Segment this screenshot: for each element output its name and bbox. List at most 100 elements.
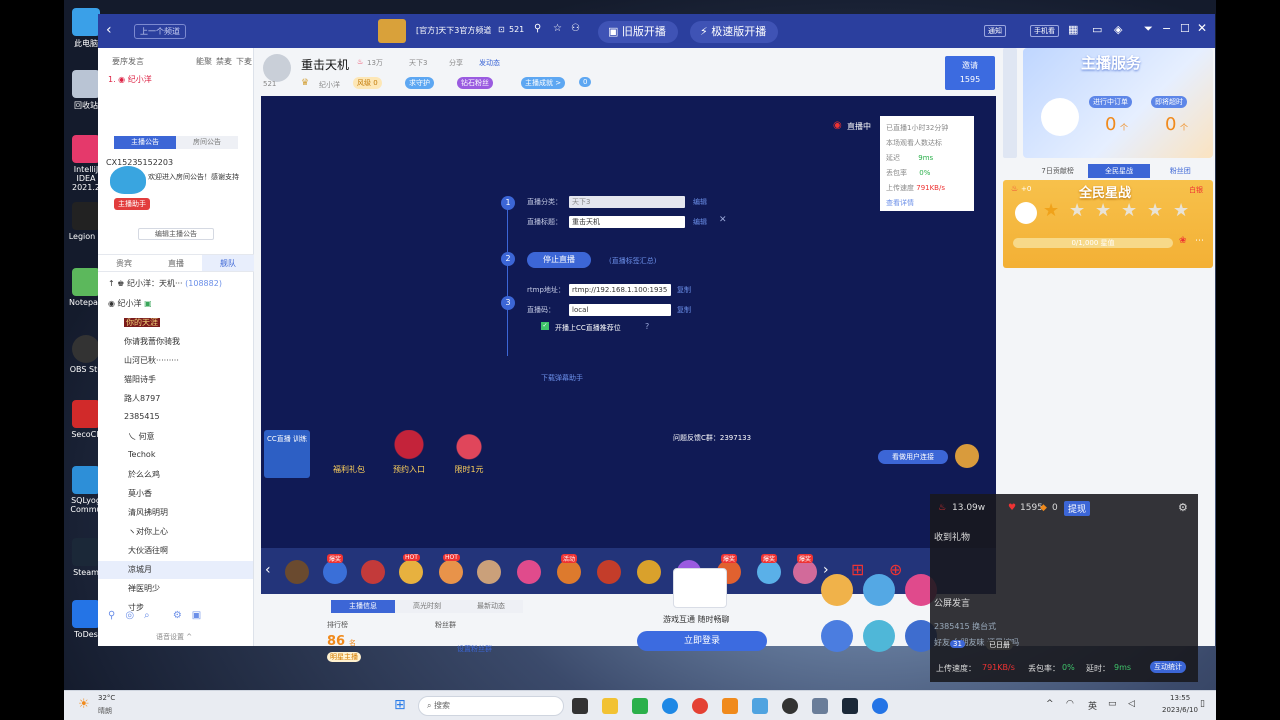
tab-streamer-info[interactable]: 主播信息	[331, 600, 395, 613]
welfare-icon[interactable]: ⊞	[851, 560, 864, 579]
category-edit[interactable]: 编辑	[693, 197, 707, 207]
tags-summary-link[interactable]: (直播标签汇总)	[609, 256, 656, 266]
tab-latest[interactable]: 最新动态	[459, 600, 523, 613]
star-icon[interactable]: ☆	[553, 23, 562, 34]
feature-icon-b[interactable]	[863, 574, 895, 606]
tab-7day-contribution[interactable]: 7日贡献榜	[1027, 164, 1088, 178]
tab-fans-group[interactable]: 粉丝团	[1150, 164, 1211, 178]
search-box[interactable]: ⌕ 搜索	[418, 696, 564, 716]
volume-icon[interactable]: ◁	[1128, 699, 1135, 709]
fleet-user[interactable]: 禅医明少	[128, 583, 160, 594]
menu-icon[interactable]: ⏷	[1144, 22, 1153, 36]
minimize-icon[interactable]: −	[1162, 22, 1171, 35]
gift-item[interactable]	[597, 560, 621, 584]
clock-time[interactable]: 13:55	[1170, 694, 1190, 702]
tab-highlight[interactable]: 高光时刻	[395, 600, 459, 613]
chat-icon[interactable]: ▭	[1092, 23, 1102, 36]
fleet-user[interactable]: 猫阳诗手	[124, 374, 156, 385]
settings-icon[interactable]: ⚙	[1178, 501, 1188, 514]
guard-tag[interactable]: 求守护	[405, 77, 434, 89]
steam-icon[interactable]	[842, 698, 858, 714]
group-icon[interactable]: ⚇	[571, 23, 580, 34]
left-toolbar-icons[interactable]: ⚲◎⌕ ⚙▣	[108, 610, 211, 621]
fleet-user[interactable]: 大伙酒往啊	[128, 545, 168, 556]
fans-tag[interactable]: 钻石粉丝	[457, 77, 493, 89]
fleet-user[interactable]: 於么么鸡	[128, 469, 160, 480]
more-icon[interactable]: ⋯	[1195, 236, 1204, 246]
old-version-stream-button[interactable]: ▣ 旧版开播	[598, 21, 678, 43]
banner-reserve[interactable]: 预约入口	[385, 430, 433, 478]
gift-item[interactable]	[637, 560, 661, 584]
gift-item[interactable]	[399, 560, 423, 584]
level-tag[interactable]: 风级 0	[353, 77, 382, 89]
tab-mic-order[interactable]: 要序发言	[112, 56, 144, 67]
fleet-user[interactable]: 乀 何意	[128, 431, 155, 442]
banner-limited[interactable]: 限时1元	[445, 430, 493, 478]
banner-cc-training[interactable]: CC直播 训练	[264, 430, 310, 478]
network-icon[interactable]: ▭	[1108, 699, 1117, 709]
in-progress-label[interactable]: 进行中订单	[1089, 96, 1132, 108]
stop-stream-button[interactable]: 停止直播	[527, 252, 591, 268]
fleet-user[interactable]: ◉ 纪小洋 ▣	[108, 298, 152, 309]
timeout-label[interactable]: 即将超时	[1151, 96, 1187, 108]
gift-item[interactable]	[323, 560, 347, 584]
set-fans-group-link[interactable]: 设置粉丝群	[457, 644, 492, 654]
clock-date[interactable]: 2023/6/10	[1162, 706, 1198, 714]
rtmp-copy[interactable]: 复制	[677, 285, 691, 295]
gift-prev-icon[interactable]: ‹	[265, 562, 271, 578]
fleet-user[interactable]: 凉城月	[98, 561, 253, 579]
fleet-user[interactable]: 你请我蔷你骑我	[124, 336, 180, 347]
previous-channel-button[interactable]: 上一个频道	[134, 24, 186, 39]
fast-version-stream-button[interactable]: ⚡ 极速版开播	[690, 21, 779, 43]
tab-mic-ban[interactable]: 禁麦	[216, 56, 232, 67]
fleet-user[interactable]: 山河已秋·········	[124, 355, 179, 366]
tab-room-announce[interactable]: 房间公告	[176, 136, 238, 149]
phone-view-button[interactable]: 手机看	[1030, 25, 1059, 37]
title-field[interactable]: 重击天机	[569, 216, 685, 228]
category-field[interactable]: 天下3	[569, 196, 685, 208]
download-assistant-link[interactable]: 下载弹幕助手	[541, 373, 583, 383]
key-field[interactable]: local	[569, 304, 671, 316]
gift-item[interactable]	[285, 560, 309, 584]
gift-icon[interactable]: ❀	[1179, 236, 1187, 246]
app-icon[interactable]	[722, 698, 738, 714]
close-icon[interactable]: ✕	[1197, 21, 1207, 35]
key-copy[interactable]: 复制	[677, 305, 691, 315]
recommend-checkbox[interactable]: ✓	[541, 322, 549, 330]
mascot-icon[interactable]	[955, 444, 979, 468]
shuffle-icon[interactable]: ✕	[719, 215, 727, 225]
notify-button[interactable]: 通知	[984, 25, 1006, 37]
tab-live[interactable]: 直播	[150, 255, 202, 271]
gift-item[interactable]	[517, 560, 541, 584]
audience-connect-button[interactable]: 看做用户连接	[878, 450, 948, 464]
taskview-icon[interactable]	[572, 698, 588, 714]
fleet-top-user[interactable]: ↑ ♚ 纪小洋：天机··· (108882)	[108, 278, 222, 289]
weather-icon[interactable]: ☀	[78, 697, 90, 712]
tab-fleet[interactable]: 舰队	[202, 255, 254, 271]
gift-item[interactable]	[477, 560, 501, 584]
fleet-user[interactable]: 2385415	[124, 412, 160, 421]
explorer-icon[interactable]	[602, 698, 618, 714]
fleet-user[interactable]: 路人8797	[124, 393, 160, 404]
interact-stats-button[interactable]: 互动统计	[1150, 661, 1186, 673]
lang-indicator[interactable]: 英	[1088, 699, 1097, 712]
gift-item[interactable]	[757, 560, 781, 584]
fleet-user[interactable]: 清风拂明玥	[128, 507, 168, 518]
side-dock[interactable]	[1003, 48, 1017, 158]
achievement-tag[interactable]: 主播成就 >	[521, 77, 566, 89]
game-name[interactable]: 天下3	[409, 58, 427, 68]
tab-star-war[interactable]: 全民星战	[1088, 164, 1150, 178]
voice-settings-button[interactable]: 语音设置 ^	[156, 632, 192, 642]
tray-chevron-icon[interactable]: ^	[1046, 699, 1054, 709]
pin-icon[interactable]: ⚲	[534, 23, 541, 34]
banner-welfare[interactable]: 福利礼包	[325, 430, 373, 478]
mic-first-user[interactable]: 1. ◉ 纪小洋	[108, 74, 152, 85]
gift-item[interactable]	[439, 560, 463, 584]
invite-button[interactable]: 邀请 1595	[945, 56, 995, 90]
fleet-user[interactable]: 莫小香	[128, 488, 152, 499]
stats-detail-link[interactable]: 查看详情	[886, 196, 968, 211]
fleet-user[interactable]: Techok	[128, 450, 155, 459]
feature-icon-a[interactable]	[821, 574, 853, 606]
gift-item[interactable]	[793, 560, 817, 584]
post-button[interactable]: 发动态	[479, 58, 500, 68]
